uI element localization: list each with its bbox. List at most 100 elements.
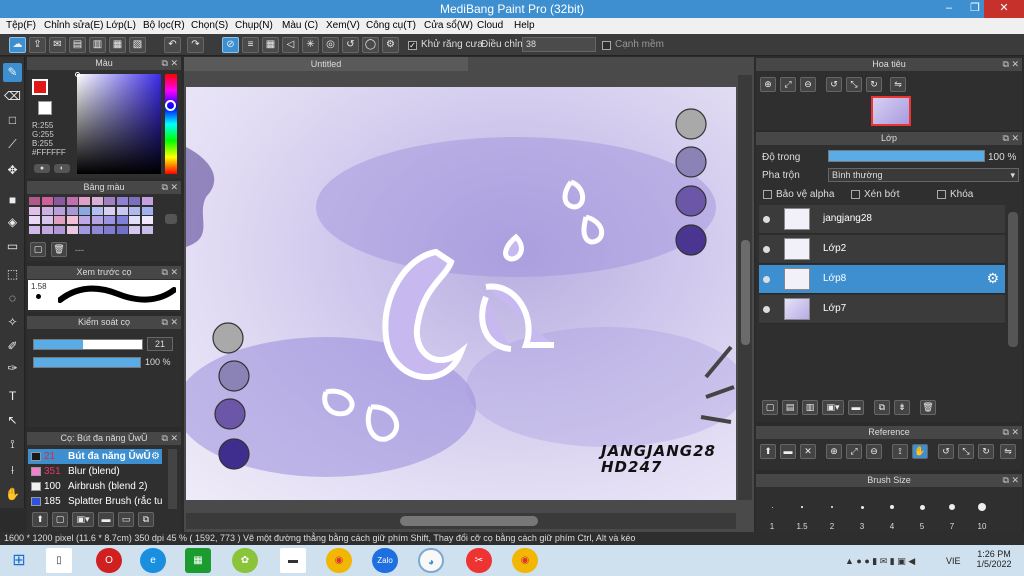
brush-item[interactable]: 21 Bút đa năng ŬwŬ ⚙ (28, 449, 162, 464)
ref-hand-icon[interactable]: ✋ (912, 444, 928, 459)
brush-folder-icon[interactable]: ▬ (98, 512, 114, 527)
document-tab[interactable]: Untitled (184, 57, 468, 71)
navigator-thumbnail[interactable] (871, 96, 911, 126)
palette-swatch[interactable] (41, 216, 53, 224)
ref-flip-icon[interactable]: ⇋ (1000, 444, 1016, 459)
reference-close-icon[interactable]: ⧉ ✕ (1003, 426, 1019, 439)
menu-help[interactable]: Help (514, 20, 535, 31)
brush-menu-icon[interactable]: ▣▾ (72, 512, 94, 527)
nav-flip-icon[interactable]: ⇋ (890, 77, 906, 92)
brush-size-option[interactable]: 2 (818, 497, 846, 533)
palette-swatch[interactable] (54, 197, 65, 205)
palette-delete-icon[interactable]: 🗑 (51, 242, 67, 257)
brush-size-value[interactable]: 21 (147, 337, 173, 351)
protect-alpha-checkbox[interactable] (763, 190, 772, 199)
palette-swatch[interactable] (141, 206, 153, 215)
snap-parallel-icon[interactable]: ≡ (242, 37, 259, 53)
snap-ellipse-icon[interactable]: ◯ (362, 37, 379, 53)
palette-swatch[interactable] (29, 216, 40, 224)
ref-open-icon[interactable]: ⬆ (760, 444, 776, 459)
snap-circle-icon[interactable]: ◎ (322, 37, 339, 53)
magic-wand-tool-icon[interactable]: ✧ (3, 313, 22, 332)
palette-swatch[interactable] (104, 206, 115, 215)
delete-layer-icon[interactable]: 🗑 (920, 400, 936, 415)
visibility-icon[interactable] (763, 216, 770, 223)
palette-swatch[interactable] (129, 216, 140, 224)
text-tool-icon[interactable]: T (3, 387, 22, 406)
palette-swatch[interactable] (116, 197, 128, 205)
artwork-canvas[interactable]: JANGJANG28 HD247 (186, 87, 736, 500)
brush-duplicate-icon[interactable]: ⧉ (138, 512, 154, 527)
palette-add-icon[interactable]: ▢ (30, 242, 46, 257)
palette-swatch[interactable] (66, 216, 78, 224)
store-icon[interactable]: ▦ (185, 548, 211, 573)
brush-settings-icon[interactable]: ⚙ (151, 449, 160, 464)
palette-swatch[interactable] (79, 216, 90, 224)
brush-list-scrollbar[interactable] (168, 449, 177, 509)
snap-cross-icon[interactable]: ▦ (262, 37, 279, 53)
ref-zoom-out-icon[interactable]: ⊖ (866, 444, 882, 459)
palette-swatch[interactable] (104, 216, 115, 224)
snap-curve-icon[interactable]: ↺ (342, 37, 359, 53)
blend-mode-select[interactable]: Bình thường ▾ (828, 168, 1019, 182)
medibang-taskbar-icon[interactable]: ◕ (418, 548, 444, 573)
tray-icons[interactable]: ▲ ● ● ▮ ✉ ▮ ▣ ◀ (845, 556, 915, 567)
palette-swatch[interactable] (141, 197, 153, 205)
duplicate-layer-icon[interactable]: ⧉ (874, 400, 890, 415)
ref-zoom-in-icon[interactable]: ⊕ (826, 444, 842, 459)
operation-tool-icon[interactable]: ↖ (3, 411, 22, 430)
palette-swatch[interactable] (66, 197, 78, 205)
snap-vanish-icon[interactable]: ◁ (282, 37, 299, 53)
menu-edit[interactable]: Chỉnh sửa(E) (44, 20, 104, 31)
new-halftone-layer-icon[interactable]: ▤ (782, 400, 798, 415)
palette-swatch[interactable] (41, 206, 53, 215)
palette-swatch[interactable] (79, 197, 90, 205)
lasso-tool-icon[interactable]: ◌ (3, 289, 22, 308)
palette-swatch[interactable] (129, 197, 140, 205)
select-eraser-tool-icon[interactable]: ✑ (3, 359, 22, 378)
navigator-close-icon[interactable]: ⧉ ✕ (1003, 58, 1019, 71)
palette-swatch[interactable] (79, 225, 90, 234)
brush-size-option[interactable]: 7 (938, 497, 966, 533)
select-tool-icon[interactable]: ⬚ (3, 265, 22, 284)
brush-size-option[interactable]: 10 (968, 497, 996, 533)
hue-slider-handle[interactable] (165, 100, 176, 111)
chrome-icon[interactable]: ◉ (326, 548, 352, 573)
layer-row[interactable]: Lớp2 (759, 235, 1005, 264)
layer-list-scrollbar[interactable] (1008, 212, 1018, 347)
minimize-button[interactable]: – (936, 0, 962, 18)
line-tool-icon[interactable]: ⟋ (3, 135, 22, 154)
brush-tool-icon[interactable]: ✎ (3, 63, 22, 82)
fill-rect-tool-icon[interactable]: ■ (3, 191, 22, 210)
hand-tool-icon[interactable]: ✋ (3, 485, 22, 504)
ref-folder-icon[interactable]: ▬ (780, 444, 796, 459)
brush-size-option[interactable]: 1.5 (788, 497, 816, 533)
new-layer-icon[interactable]: ▢ (762, 400, 778, 415)
snap-radial-icon[interactable]: ✳ (302, 37, 319, 53)
visibility-icon[interactable] (763, 246, 770, 253)
palette-swatch[interactable] (141, 225, 153, 234)
hue-slider[interactable] (165, 74, 177, 174)
new-page-icon[interactable]: ▤ (69, 37, 86, 53)
clipping-checkbox[interactable] (851, 190, 860, 199)
menu-capture[interactable]: Chụp(N) (235, 20, 273, 31)
snap-settings-icon[interactable]: ⚙ (382, 37, 399, 53)
grid-icon[interactable]: ▦ (109, 37, 126, 53)
ref-eyedropper-icon[interactable]: ⟟ (892, 444, 908, 459)
nav-fit-icon[interactable]: ⤢ (780, 77, 796, 92)
eyedropper-tool-icon[interactable]: ⟟ (3, 435, 22, 454)
ref-fit-icon[interactable]: ⤢ (846, 444, 862, 459)
select-pen-tool-icon[interactable]: ✐ (3, 337, 22, 356)
antialias-checkbox[interactable]: ✓ (408, 41, 417, 50)
layer-row[interactable]: Lớp7 (759, 295, 1005, 324)
gradient-tool-icon[interactable]: ▭ (3, 237, 22, 256)
palette-swatch[interactable] (91, 225, 103, 234)
brush-control-close-icon[interactable]: ⧉ ✕ (162, 316, 178, 329)
palette-swatch[interactable] (66, 225, 78, 234)
menu-layer[interactable]: Lớp(L) (106, 20, 136, 31)
nav-rotate-left-icon[interactable]: ↺ (826, 77, 842, 92)
bucket-tool-icon[interactable]: ◈ (3, 213, 22, 232)
brush-size-option[interactable]: 5 (908, 497, 936, 533)
menu-select[interactable]: Chọn(S) (191, 20, 228, 31)
palette-swatch[interactable] (116, 206, 128, 215)
